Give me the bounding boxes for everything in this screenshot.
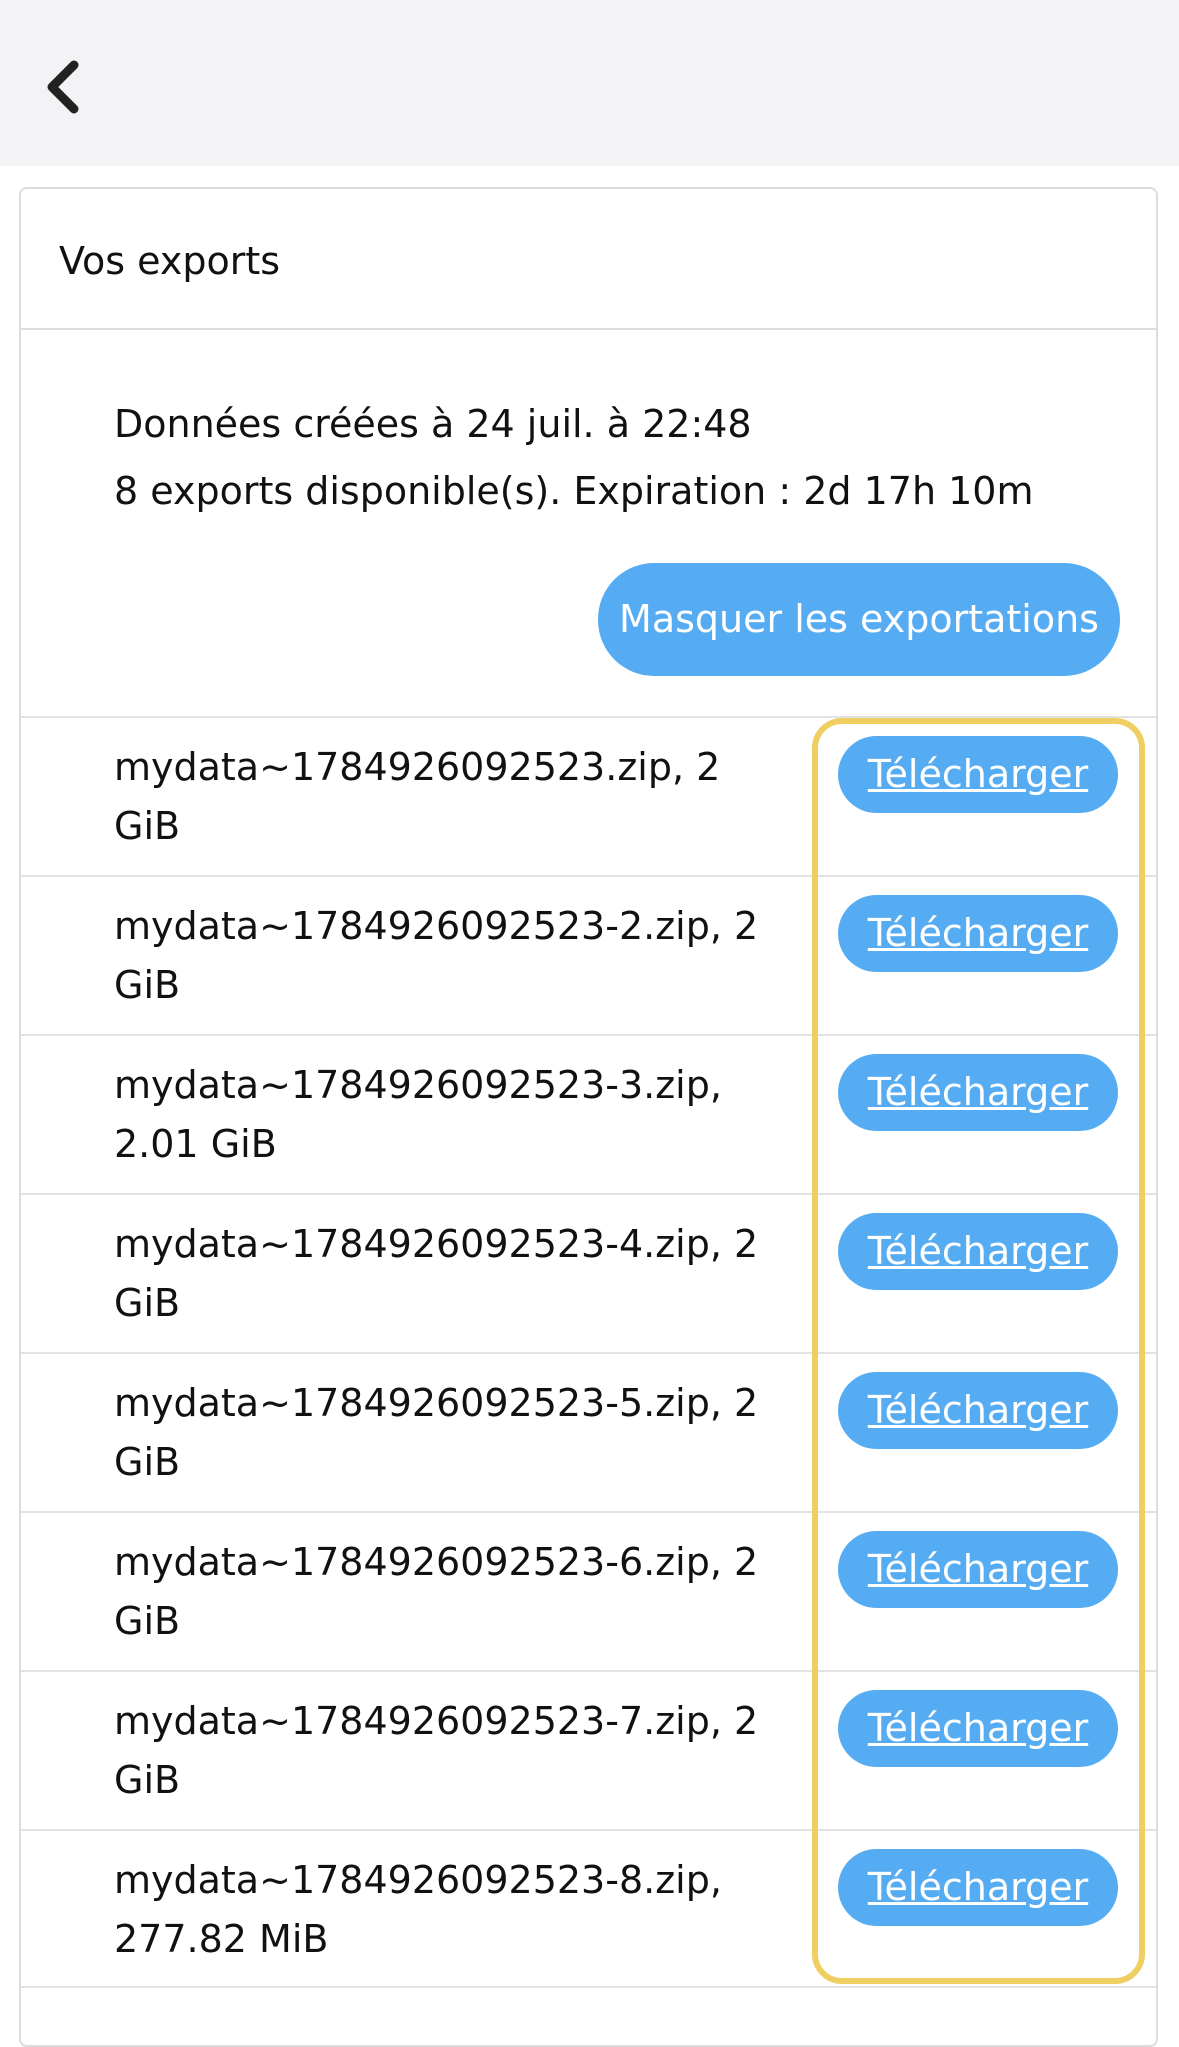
download-button[interactable]: Télécharger: [838, 1531, 1118, 1608]
export-row: mydata~1784926092523-5.zip, 2 GiB Téléch…: [21, 1352, 1156, 1511]
download-button[interactable]: Télécharger: [838, 1849, 1118, 1926]
export-file-name: mydata~1784926092523-4.zip, 2 GiB: [114, 1222, 759, 1325]
export-file-name: mydata~1784926092523-8.zip, 277.82 MiB: [114, 1858, 722, 1961]
export-row: mydata~1784926092523-4.zip, 2 GiB Téléch…: [21, 1193, 1156, 1352]
download-button[interactable]: Télécharger: [838, 1690, 1118, 1767]
download-button[interactable]: Télécharger: [838, 1372, 1118, 1449]
export-row: mydata~1784926092523-8.zip, 277.82 MiB T…: [21, 1829, 1156, 1988]
hide-exports-button[interactable]: Masquer les exportations: [598, 563, 1120, 676]
download-button[interactable]: Télécharger: [838, 736, 1118, 813]
export-row: mydata~1784926092523-6.zip, 2 GiB Téléch…: [21, 1511, 1156, 1670]
download-button[interactable]: Télécharger: [838, 1054, 1118, 1131]
export-row: mydata~1784926092523-3.zip, 2.01 GiB Tél…: [21, 1034, 1156, 1193]
card-header: Vos exports: [21, 189, 1156, 330]
download-button[interactable]: Télécharger: [838, 1213, 1118, 1290]
exports-list: mydata~1784926092523.zip, 2 GiB Téléchar…: [21, 716, 1156, 1988]
back-button[interactable]: [40, 55, 88, 119]
export-file-name: mydata~1784926092523-3.zip, 2.01 GiB: [114, 1063, 722, 1166]
export-file-name: mydata~1784926092523.zip, 2 GiB: [114, 745, 721, 848]
export-row: mydata~1784926092523-7.zip, 2 GiB Téléch…: [21, 1670, 1156, 1829]
export-file-name: mydata~1784926092523-5.zip, 2 GiB: [114, 1381, 759, 1484]
export-row: mydata~1784926092523-2.zip, 2 GiB Téléch…: [21, 875, 1156, 1034]
top-bar: [0, 0, 1179, 166]
export-file-name: mydata~1784926092523-6.zip, 2 GiB: [114, 1540, 759, 1643]
card-title: Vos exports: [59, 239, 281, 283]
availability-info: 8 exports disponible(s). Expiration : 2d…: [114, 469, 1034, 513]
created-info: Données créées à 24 juil. à 22:48: [114, 402, 752, 446]
export-row: mydata~1784926092523.zip, 2 GiB Téléchar…: [21, 716, 1156, 875]
download-button[interactable]: Télécharger: [838, 895, 1118, 972]
exports-card: Vos exports Données créées à 24 juil. à …: [19, 187, 1158, 2047]
export-file-name: mydata~1784926092523-7.zip, 2 GiB: [114, 1699, 759, 1802]
chevron-left-icon: [47, 60, 79, 114]
export-file-name: mydata~1784926092523-2.zip, 2 GiB: [114, 904, 759, 1007]
